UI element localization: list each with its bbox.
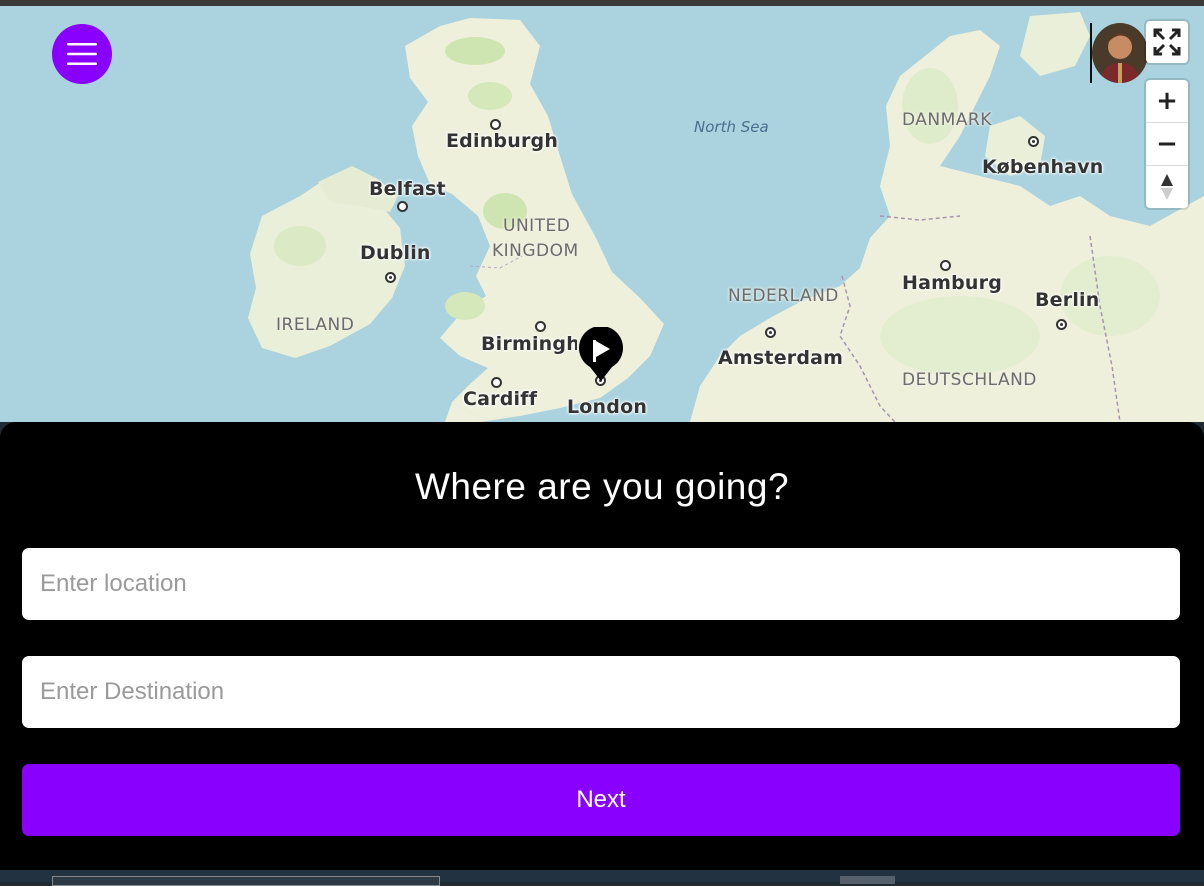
city-label: Dublin	[360, 242, 431, 264]
location-input[interactable]	[22, 548, 1180, 620]
city-marker	[535, 321, 546, 332]
avatar	[1092, 23, 1148, 83]
fullscreen-icon	[1153, 28, 1181, 56]
capital-marker	[1028, 136, 1039, 147]
destination-input[interactable]	[22, 656, 1180, 728]
city-marker	[490, 119, 501, 130]
plus-icon: +	[1156, 86, 1178, 116]
user-avatar-button[interactable]	[1090, 23, 1148, 85]
city-label: København	[982, 156, 1104, 178]
flag-marker-icon[interactable]	[578, 327, 624, 383]
city-label: Edinburgh	[446, 130, 559, 152]
hamburger-menu-icon	[67, 43, 97, 65]
city-label: Cardiff	[463, 388, 538, 410]
capital-marker	[765, 327, 776, 338]
menu-button[interactable]	[52, 24, 112, 84]
country-label: DEUTSCHLAND	[902, 370, 1037, 390]
city-label: Amsterdam	[718, 347, 844, 369]
city-label: Hamburg	[902, 272, 1003, 294]
zoom-in-button[interactable]: +	[1146, 80, 1188, 122]
trip-panel: Where are you going? Next	[0, 422, 1204, 870]
sea-label: North Sea	[694, 118, 769, 136]
country-label: DANMARK	[902, 110, 992, 130]
compass-icon	[1161, 174, 1173, 200]
zoom-control-group: + −	[1146, 80, 1188, 208]
city-label: Birmingham	[481, 333, 577, 355]
bottom-tab	[52, 876, 440, 886]
country-label: KINGDOM	[492, 241, 579, 261]
country-label: IRELAND	[276, 315, 355, 335]
capital-marker	[1056, 319, 1067, 330]
fullscreen-button[interactable]	[1146, 21, 1188, 63]
panel-title: Where are you going?	[414, 466, 790, 507]
reset-bearing-button[interactable]	[1146, 165, 1188, 208]
city-marker	[491, 377, 502, 388]
bottom-block	[840, 876, 895, 884]
city-label: Berlin	[1035, 289, 1100, 311]
fullscreen-control[interactable]	[1146, 21, 1188, 63]
map-view[interactable]: North Sea DANMARK UNITED KINGDOM IRELAND…	[0, 6, 1204, 422]
city-label: London	[567, 396, 648, 418]
zoom-out-button[interactable]: −	[1146, 122, 1188, 165]
city-label: Belfast	[369, 178, 446, 200]
next-button[interactable]: Next	[22, 764, 1180, 836]
city-marker	[397, 201, 408, 212]
country-label: UNITED	[503, 216, 571, 236]
capital-marker	[385, 272, 396, 283]
city-marker	[940, 260, 951, 271]
bottom-strip	[0, 870, 1204, 886]
minus-icon: −	[1156, 129, 1178, 159]
country-label: NEDERLAND	[728, 286, 839, 306]
